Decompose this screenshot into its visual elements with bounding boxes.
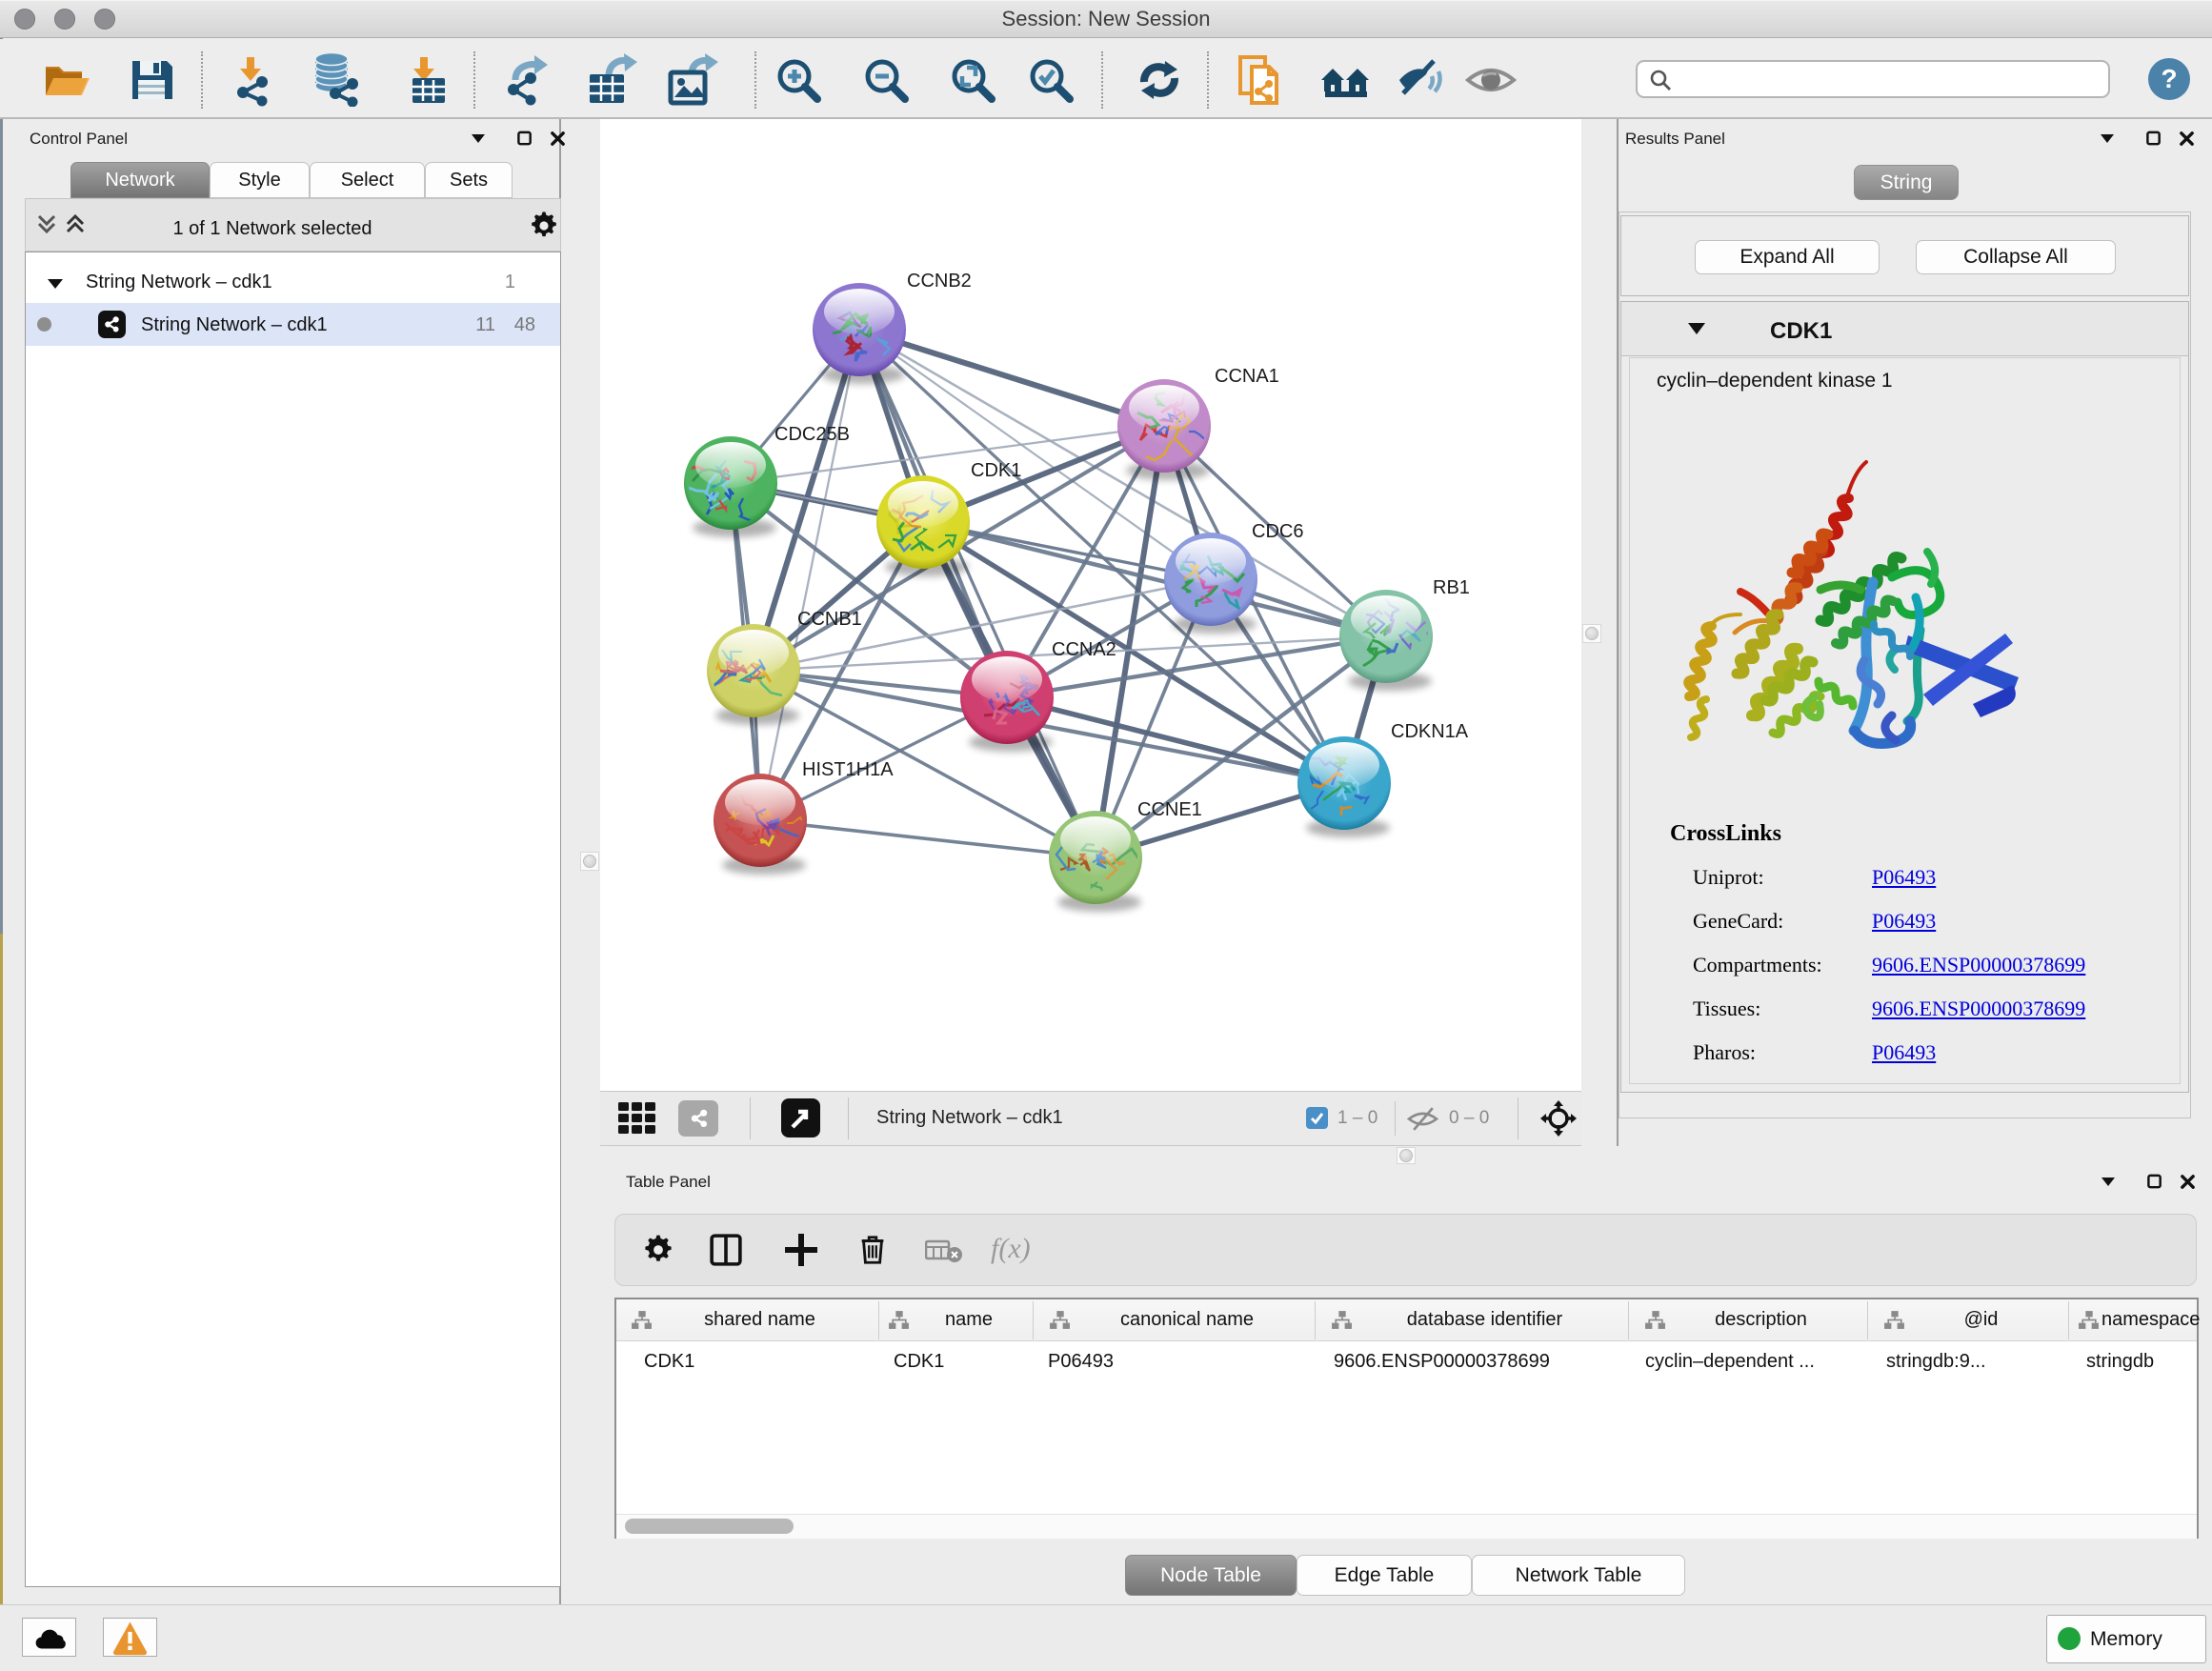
svg-text:CCNA1: CCNA1	[1215, 366, 1279, 387]
svg-text:CDC6: CDC6	[1252, 521, 1303, 542]
svg-text:CCNE1: CCNE1	[1137, 799, 1202, 820]
svg-text:CCNB2: CCNB2	[907, 271, 972, 292]
svg-text:CCNB1: CCNB1	[797, 609, 862, 630]
svg-text:?: ?	[2161, 64, 2177, 93]
svg-text:RB1: RB1	[1433, 577, 1470, 598]
svg-text:CDK1: CDK1	[971, 460, 1021, 481]
svg-text:HIST1H1A: HIST1H1A	[802, 759, 894, 780]
svg-text:CDC25B: CDC25B	[774, 424, 850, 445]
svg-text:CDKN1A: CDKN1A	[1391, 721, 1469, 742]
svg-text:CCNA2: CCNA2	[1052, 639, 1116, 660]
